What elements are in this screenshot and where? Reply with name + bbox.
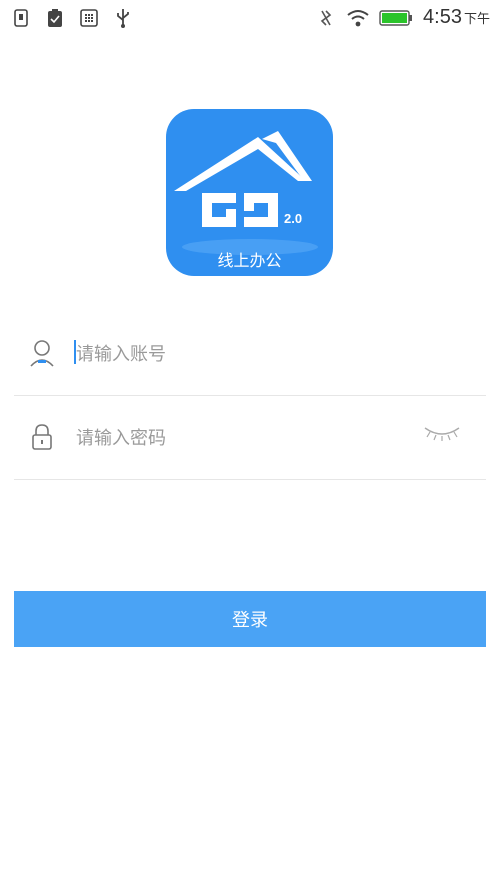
status-bar-right: 4:53 下午 (315, 6, 490, 29)
account-field-row (14, 312, 486, 396)
app-logo: 2.0 线上办公 (166, 109, 333, 276)
user-icon (28, 338, 56, 368)
status-bar-left (10, 8, 134, 28)
clipboard-icon (44, 8, 66, 28)
wifi-icon (347, 8, 369, 28)
usb-icon (112, 8, 134, 28)
sim-icon (10, 8, 32, 28)
status-bar: 4:53 下午 (0, 0, 500, 36)
clock: 4:53 下午 (423, 6, 490, 28)
logo-caption: 线上办公 (217, 251, 282, 270)
password-field-row (14, 396, 486, 480)
account-input[interactable] (76, 336, 436, 372)
logo-version: 2.0 (284, 211, 303, 226)
login-button[interactable]: 登录 (14, 591, 486, 647)
vibrate-icon (315, 8, 337, 28)
password-input[interactable] (76, 420, 436, 456)
lock-icon (28, 422, 56, 452)
grid-icon (78, 8, 100, 28)
eye-closed-icon[interactable] (422, 424, 462, 444)
battery-icon (379, 8, 413, 28)
